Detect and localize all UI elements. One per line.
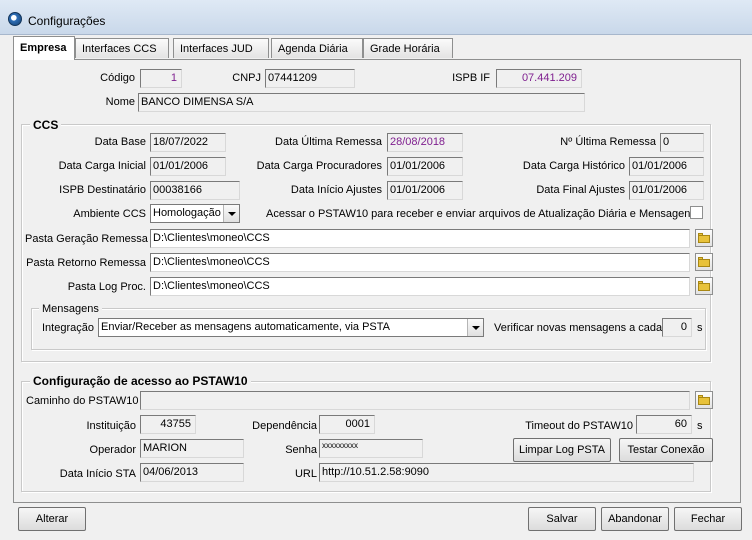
data-base-field[interactable]: 18/07/2022 [150, 133, 226, 152]
pasta-log-field[interactable]: D:\Clientes\moneo\CCS [150, 277, 690, 296]
fechar-button[interactable]: Fechar [674, 507, 742, 531]
data-final-ajustes-label: Data Final Ajustes [536, 184, 625, 196]
data-inicio-sta-label: Data Início STA [59, 468, 136, 480]
data-inicio-ajustes-label: Data Início Ajustes [290, 184, 382, 196]
ispb-destinatario-label: ISPB Destinatário [59, 184, 146, 196]
verificar-field[interactable]: 0 [662, 318, 692, 337]
mensagens-group-title: Mensagens [39, 302, 102, 316]
pstaw10-group-title: Configuração de acesso ao PSTAW10 [30, 374, 251, 388]
chevron-down-icon[interactable] [223, 205, 239, 222]
codigo-label: Código [100, 72, 135, 84]
senha-field[interactable]: xxxxxxxxx [319, 439, 423, 458]
pasta-log-label: Pasta Log Proc. [67, 281, 146, 293]
data-base-label: Data Base [94, 136, 146, 148]
timeout-field[interactable]: 60 [636, 415, 692, 434]
instituicao-label: Instituição [86, 420, 136, 432]
verificar-unit: s [697, 322, 703, 334]
tab-agenda-diaria[interactable]: Agenda Diária [271, 38, 363, 58]
chevron-down-icon[interactable] [467, 319, 483, 336]
integracao-select[interactable]: Enviar/Receber as mensagens automaticame… [98, 318, 484, 337]
integracao-value: Enviar/Receber as mensagens automaticame… [101, 321, 390, 333]
ispb-destinatario-field[interactable]: 00038166 [150, 181, 240, 200]
ispb-if-field[interactable]: 07.441.209 [496, 69, 582, 88]
verificar-label: Verificar novas mensagens a cada [494, 322, 663, 334]
cnpj-field[interactable]: 07441209 [265, 69, 355, 88]
ispb-if-label: ISPB IF [452, 72, 490, 84]
data-carga-inicial-field[interactable]: 01/01/2006 [150, 157, 226, 176]
timeout-unit: s [697, 420, 703, 432]
caminho-field[interactable] [140, 391, 690, 410]
senha-label: Senha [285, 444, 317, 456]
salvar-button[interactable]: Salvar [528, 507, 596, 531]
data-carga-historico-field[interactable]: 01/01/2006 [629, 157, 704, 176]
data-final-ajustes-field[interactable]: 01/01/2006 [629, 181, 704, 200]
n-ultima-remessa-field[interactable]: 0 [660, 133, 704, 152]
n-ultima-remessa-label: Nº Última Remessa [560, 136, 656, 148]
data-ultima-remessa-label: Data Última Remessa [275, 136, 382, 148]
app-icon [8, 12, 22, 26]
data-inicio-sta-field[interactable]: 04/06/2013 [140, 463, 244, 482]
ambiente-ccs-label: Ambiente CCS [73, 208, 146, 220]
dependencia-field[interactable]: 0001 [319, 415, 375, 434]
nome-label: Nome [105, 96, 135, 108]
title-bar: Configurações [0, 0, 752, 35]
window-title: Configurações [28, 14, 106, 28]
folder-icon[interactable] [695, 229, 713, 247]
operador-field[interactable]: MARION [140, 439, 244, 458]
data-ultima-remessa-field[interactable]: 28/08/2018 [387, 133, 463, 152]
operador-label: Operador [89, 444, 136, 456]
tab-empresa[interactable]: Empresa [13, 36, 75, 60]
nome-field[interactable]: BANCO DIMENSA S/A [138, 93, 585, 112]
ambiente-ccs-select[interactable]: Homologação [150, 204, 240, 223]
folder-icon[interactable] [695, 391, 713, 409]
folder-icon[interactable] [695, 277, 713, 295]
url-label: URL [294, 468, 317, 480]
instituicao-field[interactable]: 43755 [140, 415, 196, 434]
tab-grade-horaria[interactable]: Grade Horária [363, 38, 453, 58]
data-carga-historico-label: Data Carga Histórico [522, 160, 625, 172]
tab-interfaces-jud[interactable]: Interfaces JUD [173, 38, 269, 58]
limpar-log-psta-button[interactable]: Limpar Log PSTA [513, 438, 611, 462]
codigo-field[interactable]: 1 [140, 69, 182, 88]
pasta-geracao-label: Pasta Geração Remessa [25, 233, 148, 245]
ambiente-ccs-value: Homologação [153, 207, 221, 219]
acessar-pstaw10-checkbox[interactable] [690, 206, 703, 219]
ccs-group-title: CCS [30, 118, 62, 132]
alterar-button[interactable]: Alterar [18, 507, 86, 531]
data-inicio-ajustes-field[interactable]: 01/01/2006 [387, 181, 463, 200]
url-field[interactable]: http://10.51.2.58:9090 [319, 463, 694, 482]
testar-conexao-button[interactable]: Testar Conexão [619, 438, 713, 462]
data-carga-procuradores-field[interactable]: 01/01/2006 [387, 157, 463, 176]
cnpj-label: CNPJ [232, 72, 261, 84]
abandonar-button[interactable]: Abandonar [601, 507, 669, 531]
dependencia-label: Dependência [252, 420, 317, 432]
integracao-label: Integração [42, 322, 94, 334]
timeout-label: Timeout do PSTAW10 [525, 420, 633, 432]
data-carga-inicial-label: Data Carga Inicial [58, 160, 146, 172]
pasta-retorno-field[interactable]: D:\Clientes\moneo\CCS [150, 253, 690, 272]
acessar-pstaw10-label: Acessar o PSTAW10 para receber e enviar … [266, 208, 696, 220]
pasta-retorno-label: Pasta Retorno Remessa [26, 257, 146, 269]
pasta-geracao-field[interactable]: D:\Clientes\moneo\CCS [150, 229, 690, 248]
data-carga-procuradores-label: Data Carga Procuradores [256, 160, 382, 172]
caminho-label: Caminho do PSTAW10 [26, 395, 139, 407]
folder-icon[interactable] [695, 253, 713, 271]
tab-interfaces-ccs[interactable]: Interfaces CCS [75, 38, 169, 58]
